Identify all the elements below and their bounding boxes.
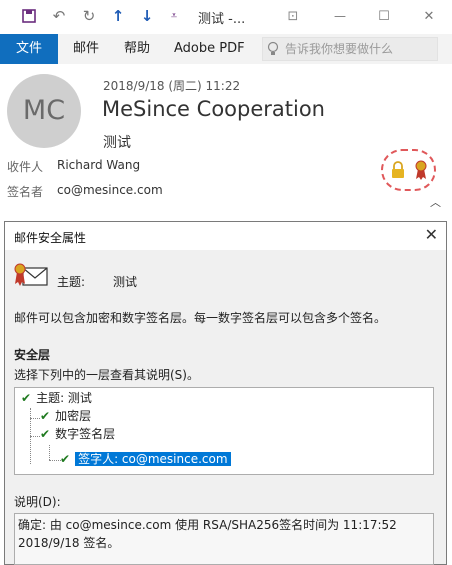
message-date: 2018/9/18 (周二) 11:22	[103, 79, 241, 93]
down-arrow-icon[interactable]: ↓	[136, 6, 158, 26]
explanation-line: 2018/9/18 签名。	[18, 536, 120, 550]
subject-value: 测试	[113, 275, 138, 289]
explanation-text: 确定: 由 co@mesince.com 使用 RSA/SHA256签名时间为 …	[14, 513, 434, 565]
collapse-header-icon[interactable]: ︿	[430, 194, 441, 210]
recipient-label: 收件人	[7, 160, 44, 174]
subject-label: 主题:	[57, 275, 86, 289]
lock-icon[interactable]	[391, 161, 405, 183]
dialog-close-icon[interactable]: ✕	[425, 225, 438, 244]
tab-file[interactable]: 文件	[0, 34, 58, 64]
recipient-name[interactable]: Richard Wang	[57, 158, 140, 172]
tree-connector	[30, 436, 40, 437]
tab-mail[interactable]: 邮件	[73, 34, 99, 64]
up-arrow-icon[interactable]: ↑	[107, 6, 129, 26]
sender-name[interactable]: MeSince Cooperation	[102, 97, 325, 121]
security-status-indicator	[381, 149, 436, 191]
undo-icon[interactable]: ↶	[48, 6, 70, 26]
dialog-title: 邮件安全属性	[14, 231, 87, 245]
checkmark-icon: ✔	[40, 409, 51, 423]
tell-me-placeholder: 告诉我你想要做什么	[285, 42, 394, 56]
ribbon: 文件 邮件 帮助 Adobe PDF 告诉我你想要做什么	[0, 34, 452, 64]
tree-item-signature-layer[interactable]: ✔ 数字签名层	[40, 425, 115, 443]
security-layer-heading: 安全层	[14, 348, 51, 362]
dialog-titlebar: 邮件安全属性 ✕	[5, 222, 446, 250]
checkmark-icon: ✔	[60, 452, 71, 466]
signer-address[interactable]: co@mesince.com	[57, 183, 163, 197]
message-security-properties-dialog: 邮件安全属性 ✕ 主题: 测试 邮件可以包含加密和数字签名层。每一数字签名层可以…	[4, 221, 447, 565]
certificate-ribbon-icon[interactable]	[414, 159, 428, 185]
redo-icon[interactable]: ↻	[78, 6, 100, 26]
tab-adobe-pdf[interactable]: Adobe PDF	[174, 34, 245, 64]
tree-item-encryption-layer[interactable]: ✔ 加密层	[40, 407, 91, 425]
explanation-label: 说明(D):	[14, 495, 61, 509]
tree-item-signer[interactable]: ✔ 签字人: co@mesince.com	[60, 450, 231, 468]
tree-item-subject[interactable]: ✔ 主题: 测试	[21, 389, 92, 407]
tree-connector	[30, 418, 40, 419]
tab-help[interactable]: 帮助	[124, 34, 150, 64]
signed-envelope-icon	[13, 262, 49, 288]
checkmark-icon: ✔	[21, 391, 32, 405]
explanation-line: 确定: 由 co@mesince.com 使用 RSA/SHA256签名时间为 …	[18, 518, 397, 532]
maximize-button[interactable]: ☐	[373, 6, 395, 26]
security-layer-tree[interactable]: ✔ 主题: 测试 ✔ 加密层 ✔ 数字签名层 ✔ 签字人: co@mesince.com	[14, 387, 434, 475]
close-button[interactable]: ✕	[418, 6, 440, 26]
message-subject: 测试	[103, 135, 131, 151]
lightbulb-icon	[267, 41, 279, 64]
window-title: 测试 -...	[198, 12, 246, 27]
customize-quick-access-icon[interactable]: ⩡	[164, 6, 184, 26]
title-bar: ↶ ↻ ↑ ↓ ⩡ 测试 -... ⊡ — ☐ ✕	[0, 0, 452, 34]
checkmark-icon: ✔	[40, 427, 51, 441]
minimize-button[interactable]: —	[329, 6, 351, 26]
save-icon[interactable]	[18, 6, 40, 26]
tree-connector	[49, 445, 50, 460]
ribbon-display-options-icon[interactable]: ⊡	[282, 6, 304, 26]
avatar: MC	[7, 74, 81, 148]
signer-label: 签名者	[7, 185, 44, 199]
dialog-description: 邮件可以包含加密和数字签名层。每一数字签名层可以包含多个签名。	[14, 311, 387, 325]
security-layer-instruction: 选择下列中的一层查看其说明(S)。	[14, 368, 199, 382]
tell-me-search[interactable]: 告诉我你想要做什么	[262, 37, 438, 61]
